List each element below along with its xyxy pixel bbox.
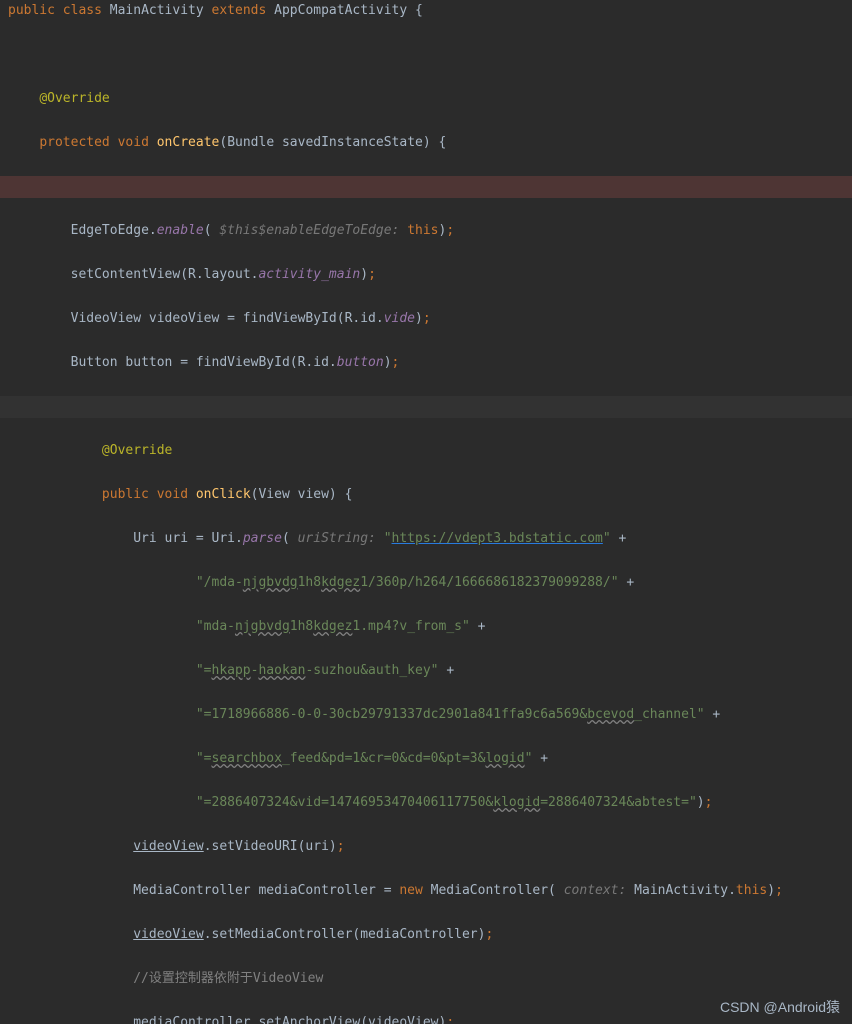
code-editor[interactable]: public class MainActivity extends AppCom… xyxy=(0,0,852,1024)
param-hint-uri: uriString: xyxy=(290,531,384,546)
param: Bundle savedInstanceState xyxy=(227,135,423,150)
superclass: AppCompatActivity xyxy=(274,3,407,18)
var-videoview: videoView xyxy=(133,927,203,942)
var-videoview: videoView xyxy=(133,839,203,854)
keyword-class: class xyxy=(63,3,102,18)
keyword-super: super xyxy=(71,179,110,194)
class-name: MainActivity xyxy=(110,3,204,18)
id-ref-button: button xyxy=(337,355,384,370)
keyword-void: void xyxy=(118,135,149,150)
method-onclick: onClick xyxy=(196,487,251,502)
method-enable: enable xyxy=(157,223,204,238)
keyword-this: this xyxy=(407,223,438,238)
brace-open: { xyxy=(407,3,423,18)
keyword-new: new xyxy=(274,399,297,414)
csdn-watermark: CSDN @Android猿 xyxy=(720,996,840,1018)
param-hint-context: context: xyxy=(556,883,634,898)
url-string: https://vdept3.bdstatic.com xyxy=(392,531,603,546)
method-oncreate: onCreate xyxy=(157,135,220,150)
comment: //设置控制器依附于VideoView xyxy=(133,971,323,986)
keyword-extends: extends xyxy=(212,3,267,18)
annotation-override: @Override xyxy=(102,443,172,458)
keyword-protected: protected xyxy=(39,135,109,150)
id-ref: vide xyxy=(384,311,415,326)
code-content[interactable]: public class MainActivity extends AppCom… xyxy=(0,0,852,1024)
param-hint: $this$enableEdgeToEdge: xyxy=(212,223,408,238)
layout-ref: activity_main xyxy=(258,267,360,282)
keyword-public: public xyxy=(8,3,55,18)
annotation-override: @Override xyxy=(39,91,109,106)
